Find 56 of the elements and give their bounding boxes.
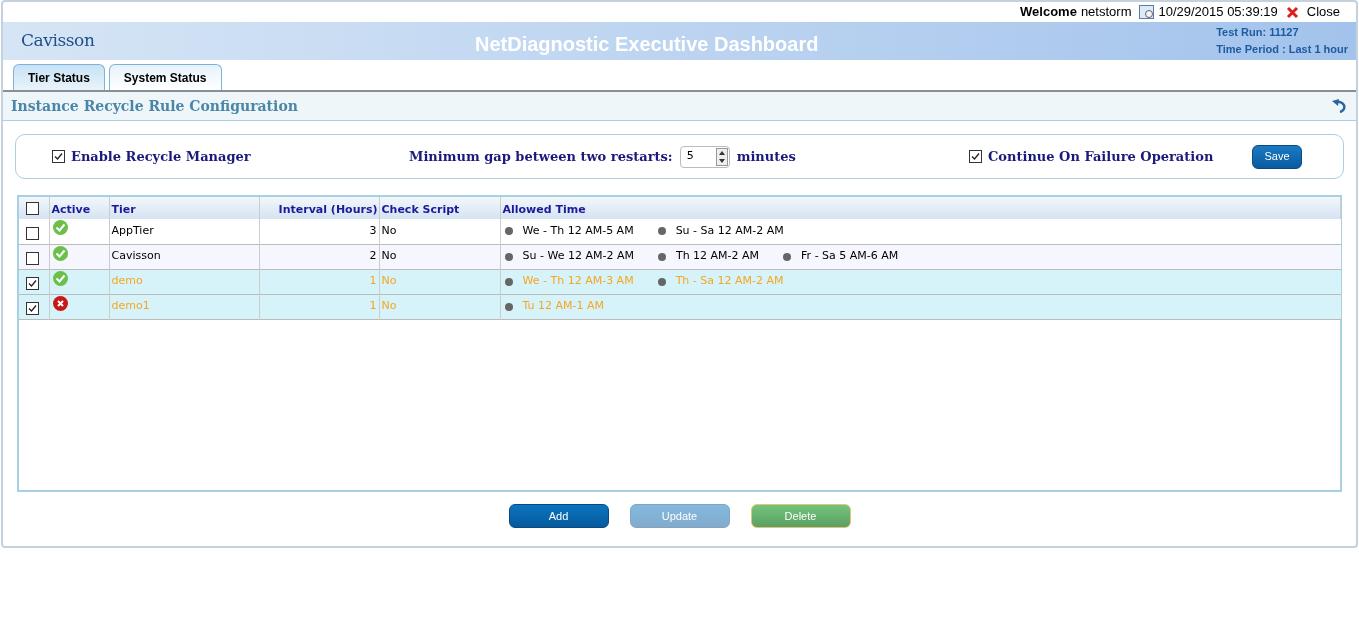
unit-label: minutes xyxy=(736,147,796,166)
tab[interactable]: System Status xyxy=(108,64,222,90)
bullet-icon xyxy=(504,302,513,311)
table-cell: Cavisson xyxy=(109,244,259,269)
bullet-icon xyxy=(657,277,666,286)
checkbox[interactable] xyxy=(26,226,39,240)
table-cell: demo1 xyxy=(109,294,259,319)
time-range: Su - Sa 12 AM-2 AM xyxy=(675,223,784,239)
close-icon[interactable] xyxy=(1285,5,1299,19)
time-range: Th 12 AM-2 AM xyxy=(675,248,760,265)
action-button[interactable]: Add xyxy=(508,504,609,528)
test-run: Test Run: 11127 xyxy=(1216,25,1300,40)
table-cell: No xyxy=(379,269,500,294)
checkbox-label: Enable Recycle Manager xyxy=(71,147,251,166)
bullet-icon xyxy=(504,227,513,236)
field-label: Minimum gap between two restarts: xyxy=(409,147,673,166)
checkbox-label: Continue On Failure Operation xyxy=(988,147,1214,166)
checkbox[interactable] xyxy=(26,252,39,265)
username: netstorm xyxy=(1080,3,1132,22)
table-cell: No xyxy=(379,219,500,244)
checkbox[interactable] xyxy=(969,150,982,163)
bullet-icon xyxy=(783,252,792,261)
save-button[interactable]: Save xyxy=(1252,144,1302,169)
bullet-icon xyxy=(504,277,513,286)
table-cell: 1 xyxy=(259,269,379,294)
table-cell: demo xyxy=(109,269,259,294)
close-link[interactable]: Close xyxy=(1306,2,1340,22)
dashboard-title: NetDiagnostic Executive Dashboard xyxy=(475,32,819,57)
table-cell: 3 xyxy=(259,219,379,244)
date-time: 10/29/2015 05:39:19 xyxy=(1158,3,1278,22)
time-range: We - Th 12 AM-5 AM xyxy=(522,223,634,239)
bullet-icon xyxy=(657,252,666,261)
calendar-clock-icon xyxy=(1139,5,1155,19)
panel-title: Instance Recycle Rule Configuration xyxy=(11,96,298,116)
checkbox[interactable] xyxy=(52,150,65,163)
table-cell: 2 xyxy=(259,244,379,269)
time-range: Fr - Sa 5 AM-6 AM xyxy=(801,248,899,265)
time-range: Tu 12 AM-1 AM xyxy=(522,298,604,315)
number-spinner[interactable]: 5 xyxy=(679,145,730,168)
bullet-icon xyxy=(657,227,666,236)
checkbox[interactable] xyxy=(26,201,39,215)
tab[interactable]: Tier Status xyxy=(13,64,105,90)
time-period: Time Period : Last 1 hour xyxy=(1216,42,1348,57)
time-range: Th - Sa 12 AM-2 AM xyxy=(675,273,784,290)
table-cell: No xyxy=(379,244,500,269)
logo: Cavisson xyxy=(21,29,95,53)
table-cell: AppTier xyxy=(109,219,259,244)
undo-icon[interactable] xyxy=(1332,99,1348,113)
welcome-label: Welcome xyxy=(1020,3,1077,22)
time-range: We - Th 12 AM-3 AM xyxy=(522,273,634,290)
time-range: Su - We 12 AM-2 AM xyxy=(522,248,634,265)
table-cell: No xyxy=(379,294,500,319)
table-cell: 1 xyxy=(259,294,379,319)
checkbox[interactable] xyxy=(26,302,39,315)
checkbox[interactable] xyxy=(26,277,39,290)
bullet-icon xyxy=(504,252,513,261)
